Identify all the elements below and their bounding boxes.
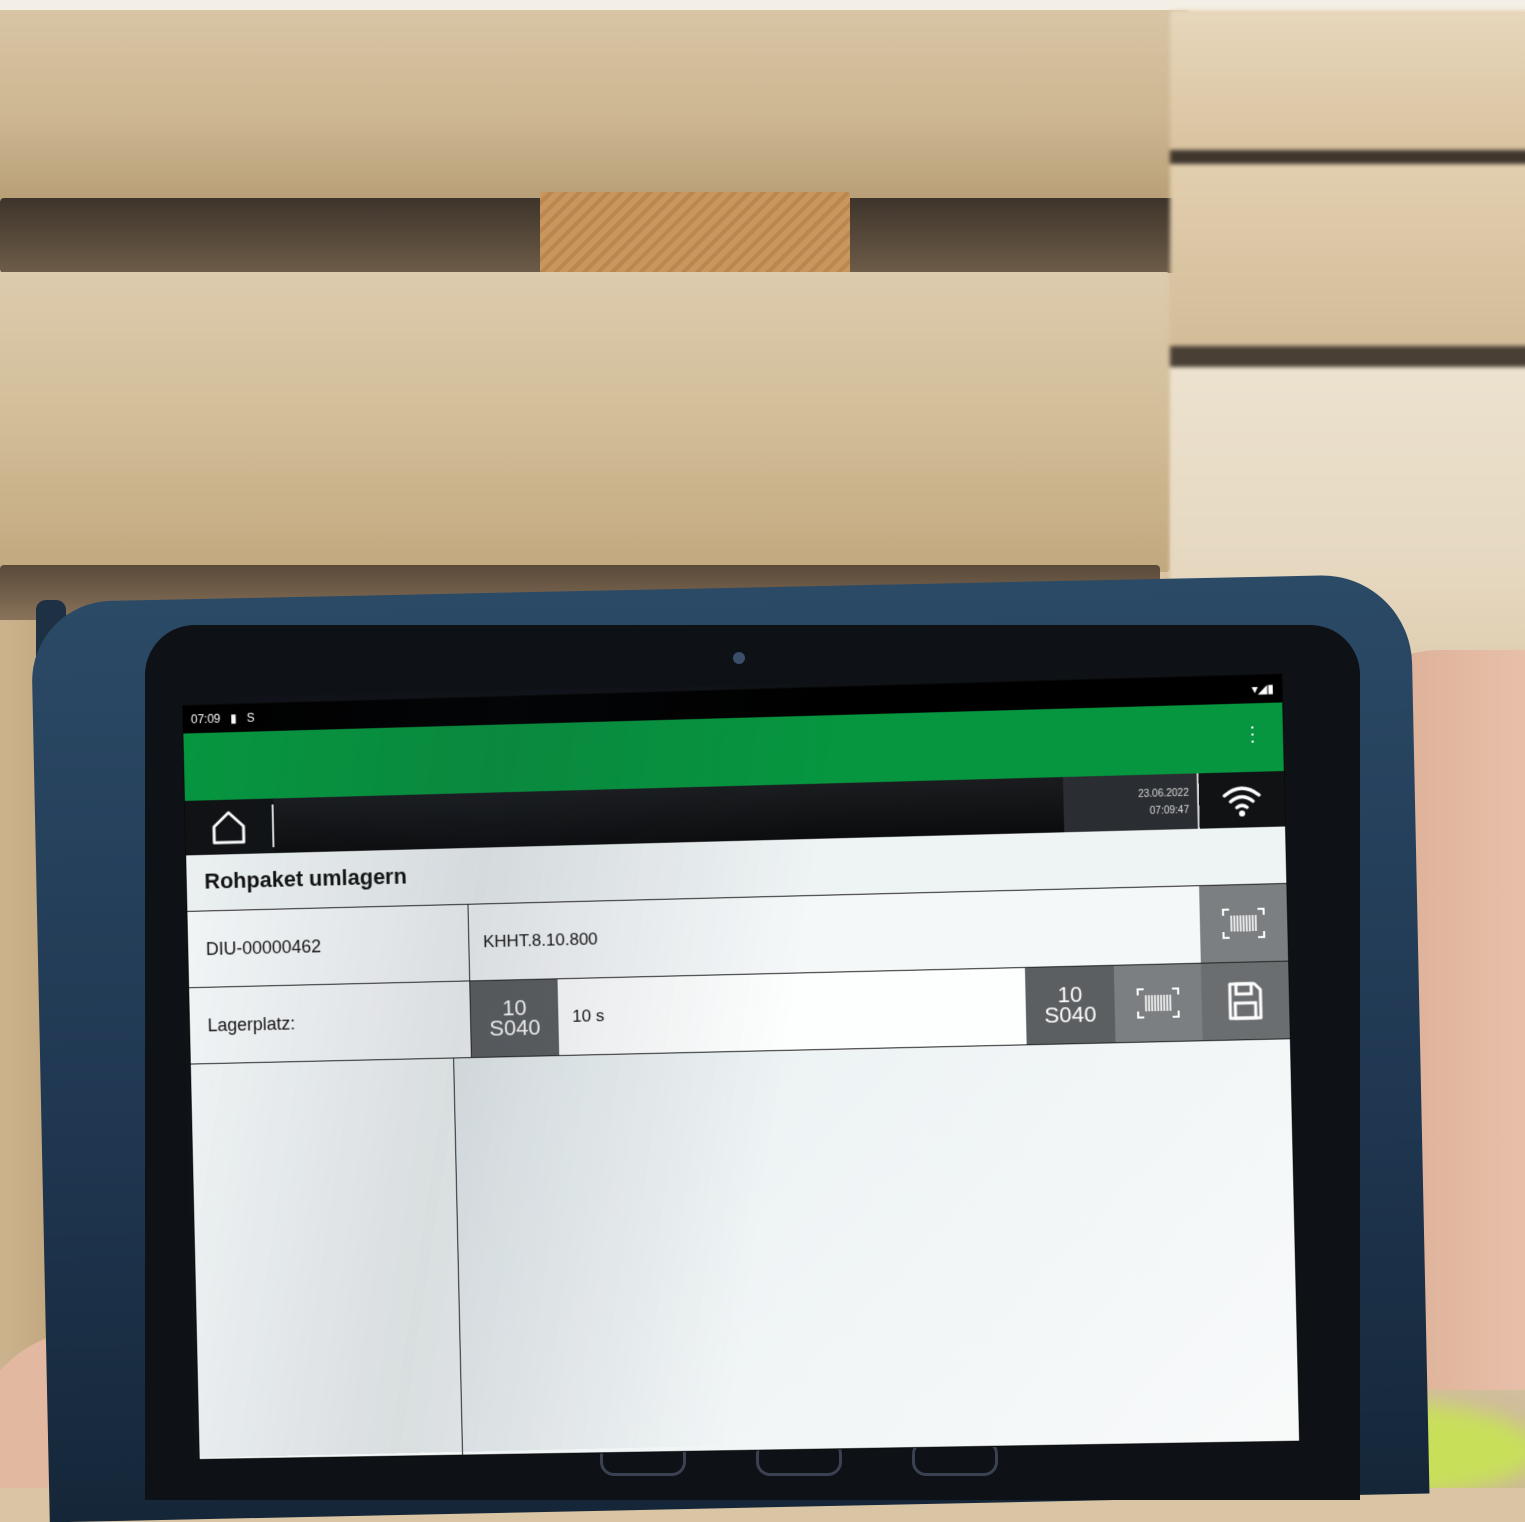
lumber-plank bbox=[0, 272, 1170, 572]
home-icon bbox=[209, 807, 249, 848]
suggested-location-button[interactable]: 10 S040 bbox=[1025, 966, 1116, 1044]
save-button[interactable] bbox=[1201, 962, 1290, 1041]
wifi-status-button[interactable] bbox=[1199, 771, 1286, 829]
overflow-menu-icon[interactable]: ⋮ bbox=[1242, 721, 1263, 747]
location-label: Lagerplatz: bbox=[189, 981, 472, 1063]
sd-card-icon: ▮ bbox=[230, 711, 237, 725]
detail-left-panel bbox=[191, 1058, 463, 1459]
barcode-scan-icon bbox=[1221, 907, 1266, 940]
current-location-button[interactable]: 10 S040 bbox=[470, 979, 559, 1057]
datetime-display: 23.06.2022 07:09:47 bbox=[1063, 773, 1200, 832]
package-id: DIU-00000462 bbox=[187, 905, 470, 987]
main-content: Rohpaket umlagern DIU-00000462 KHHT.8.10… bbox=[186, 826, 1299, 1459]
app-screen: 07:09 ▮ S ▾◢▮ ⋮ 23.06.2022 07:09:47 bbox=[183, 674, 1299, 1459]
home-button[interactable] bbox=[185, 804, 274, 849]
status-time: 07:09 bbox=[191, 712, 221, 727]
location-input[interactable]: 10 s bbox=[558, 968, 1027, 1055]
signal-battery-icon: ▾◢▮ bbox=[1251, 682, 1274, 697]
scan-package-button[interactable] bbox=[1199, 884, 1288, 963]
detail-area bbox=[191, 1038, 1299, 1459]
wifi-icon bbox=[1221, 782, 1262, 817]
current-date: 23.06.2022 bbox=[1138, 787, 1189, 799]
barcode-scan-icon bbox=[1136, 986, 1181, 1019]
detail-right-panel bbox=[454, 1039, 1299, 1456]
current-time: 07:09:47 bbox=[1150, 804, 1190, 816]
lumber-plank bbox=[0, 10, 1190, 200]
lumber-end-grain bbox=[540, 192, 850, 280]
status-extra-icon: S bbox=[246, 711, 254, 725]
scan-location-button[interactable] bbox=[1114, 964, 1203, 1043]
save-icon bbox=[1227, 980, 1264, 1021]
camera-icon bbox=[733, 652, 745, 664]
location-code-line2: S040 bbox=[489, 1018, 540, 1039]
suggested-code-line2: S040 bbox=[1044, 1004, 1096, 1025]
